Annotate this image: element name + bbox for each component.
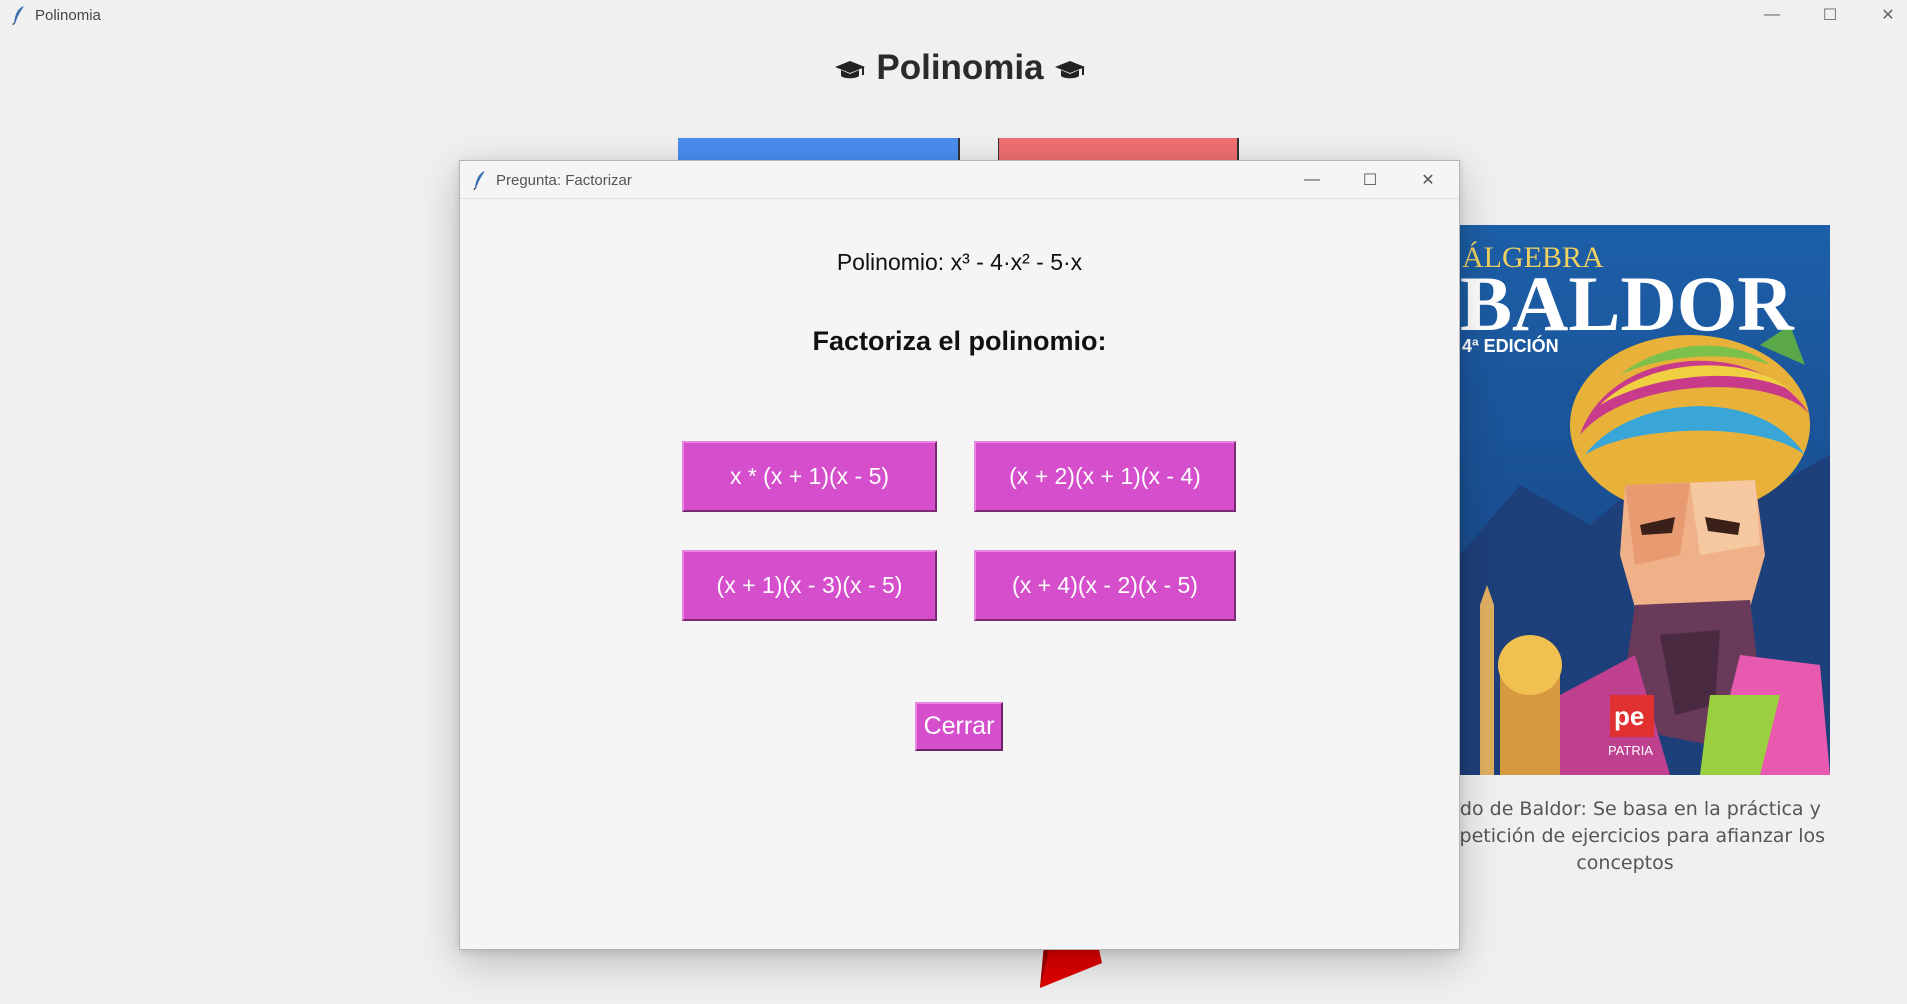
main-window-title: Polinomia [35,7,101,24]
main-close-button[interactable]: ✕ [1859,0,1907,30]
main-titlebar: Polinomia — ☐ ✕ [0,0,1907,30]
graduation-cap-icon [835,60,866,78]
feather-icon [473,171,485,190]
main-minimize-button[interactable]: — [1743,0,1801,30]
dialog-title: Pregunta: Factorizar [496,172,632,189]
close-button[interactable]: Cerrar [915,702,1003,751]
factorize-dialog: Pregunta: Factorizar — ☐ ✕ Polinomio: x³… [459,160,1460,950]
svg-text:pe: pe [1614,701,1644,731]
main-maximize-button[interactable]: ☐ [1801,0,1859,30]
book-caption: étodo de Baldor: Se basa en la práctica … [1424,798,1826,874]
dialog-titlebar[interactable]: Pregunta: Factorizar — ☐ ✕ [460,161,1459,199]
answer-option-3-button[interactable]: (x + 1)(x - 3)(x - 5) [682,550,937,621]
answer-option-4-button[interactable]: (x + 4)(x - 2)(x - 5) [974,550,1236,621]
app-heading: Polinomia [0,48,1907,88]
dialog-minimize-button[interactable]: — [1283,161,1341,199]
answer-option-2-button[interactable]: (x + 2)(x + 1)(x - 4) [974,441,1236,512]
book-title-line2: BALDOR [1460,260,1795,347]
answer-option-1-button[interactable]: x * (x + 1)(x - 5) [682,441,937,512]
red-arrow-pointer [1040,945,1102,988]
instruction-label: Factoriza el polinomio: [812,326,1107,356]
feather-icon [12,6,24,25]
polynomial-label: Polinomio: x³ - 4·x² - 5·x [836,249,1083,275]
graduation-cap-icon [1054,60,1085,78]
book-publisher: PATRIA [1608,743,1653,758]
dialog-close-icon[interactable]: ✕ [1399,161,1457,199]
app-heading-text: Polinomia [876,48,1044,87]
baldor-book-cover: ÁLGEBRA BALDOR 4ª EDICIÓN pe PATRIA [1460,225,1830,775]
dialog-maximize-button[interactable]: ☐ [1341,161,1399,199]
book-edition: 4ª EDICIÓN [1462,335,1559,356]
